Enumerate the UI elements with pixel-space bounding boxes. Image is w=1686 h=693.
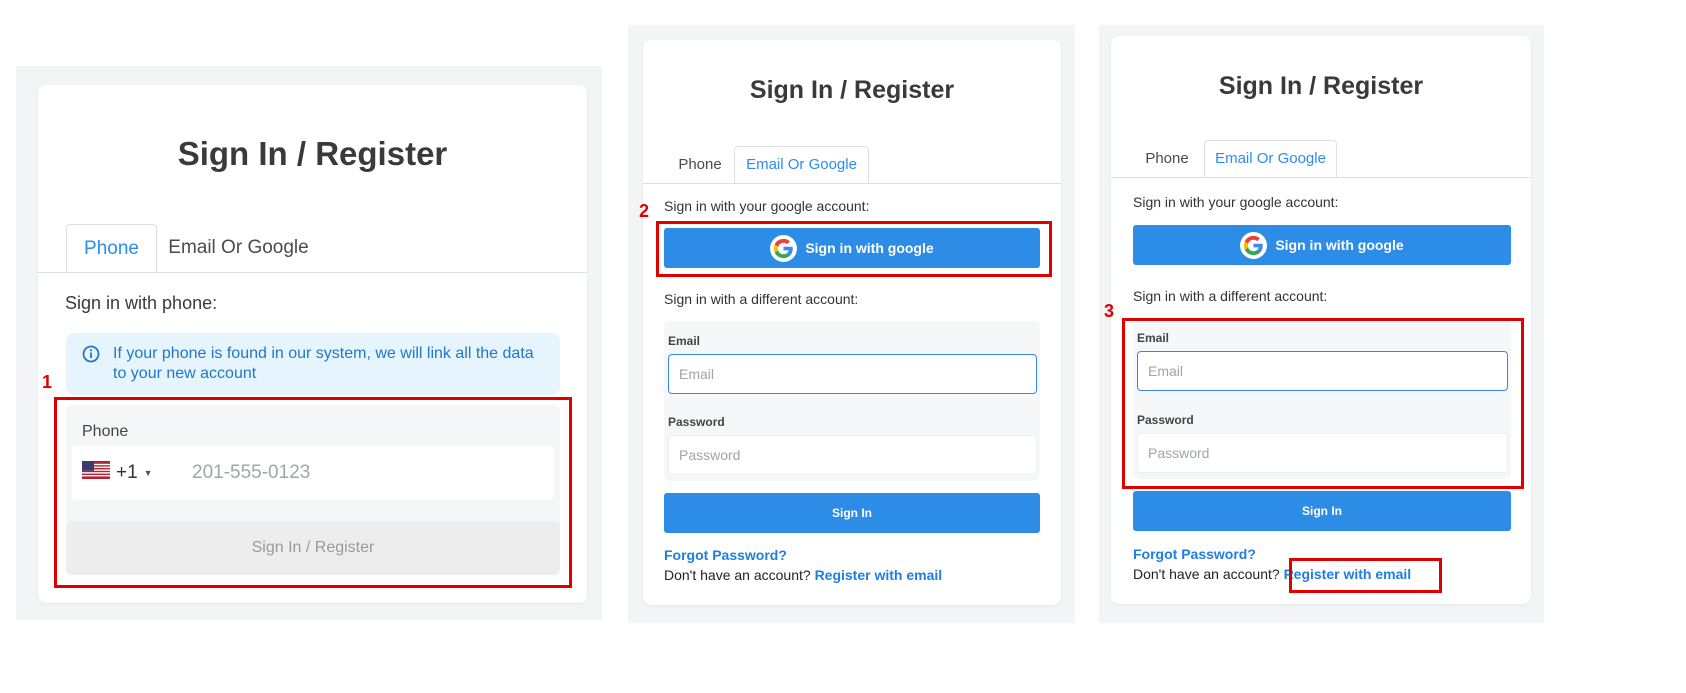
tab-divider [38,272,587,273]
google-section-label: Sign in with your google account: [1133,194,1339,210]
tab-divider [643,183,1061,184]
signin-button-label: Sign In [1302,504,1342,518]
forgot-password-link[interactable]: Forgot Password? [664,547,787,563]
tab-email-google-label: Email Or Google [746,156,857,173]
google-g-icon [1240,231,1268,259]
google-signin-button[interactable]: Sign in with google [1133,225,1511,265]
info-alert-text: If your phone is found in our system, we… [113,345,534,382]
email-form-group: Email Password [664,321,1040,481]
tab-email-google-label: Email Or Google [1215,150,1326,167]
signin-button-label: Sign In [832,506,872,520]
info-alert: If your phone is found in our system, we… [66,333,560,395]
highlight-box-3b [1289,558,1442,593]
tab-email-google[interactable]: Email Or Google [734,146,869,184]
tab-phone-label: Phone [84,238,139,259]
google-section-label: Sign in with your google account: [664,198,870,214]
google-signin-button-label: Sign in with google [1275,237,1404,253]
signin-button[interactable]: Sign In [1133,491,1511,531]
signin-button[interactable]: Sign In [664,493,1040,533]
password-label: Password [668,415,725,429]
no-account-text: Don't have an account? [1133,566,1280,582]
tab-email-google-label: Email Or Google [168,237,309,258]
tab-phone-label: Phone [1145,150,1189,167]
email-label: Email [668,334,701,348]
step-number-3: 3 [1104,301,1115,321]
info-circle-icon [82,345,100,368]
tab-divider [1111,177,1531,178]
phone-signin-subtitle: Sign in with phone: [65,293,218,313]
highlight-box-1 [54,397,572,588]
password-input[interactable] [668,435,1037,475]
email-input[interactable] [668,354,1037,394]
no-account-text: Don't have an account? [664,567,811,583]
highlight-box-3a [1122,318,1524,489]
tab-phone[interactable]: Phone [66,224,157,273]
different-account-label: Sign in with a different account: [1133,288,1328,304]
tab-email-google[interactable]: Email Or Google [157,224,320,273]
highlight-box-2 [656,221,1052,277]
page-title: Sign In / Register [1218,72,1424,100]
step-number-2: 2 [639,201,650,221]
forgot-password-link[interactable]: Forgot Password? [1133,546,1256,562]
tab-phone[interactable]: Phone [666,147,734,184]
signin-card-email: Sign In / Register Phone Email Or Google… [643,40,1061,605]
step-number-1: 1 [42,372,53,392]
register-row: Don't have an account? Register with ema… [664,567,942,583]
page-title: Sign In / Register [749,76,955,104]
tab-email-google[interactable]: Email Or Google [1204,140,1337,178]
register-with-email-link[interactable]: Register with email [815,567,943,583]
tab-phone-label: Phone [678,156,722,173]
different-account-label: Sign in with a different account: [664,291,859,307]
page-title: Sign In / Register [177,135,448,172]
tab-phone[interactable]: Phone [1133,141,1201,178]
